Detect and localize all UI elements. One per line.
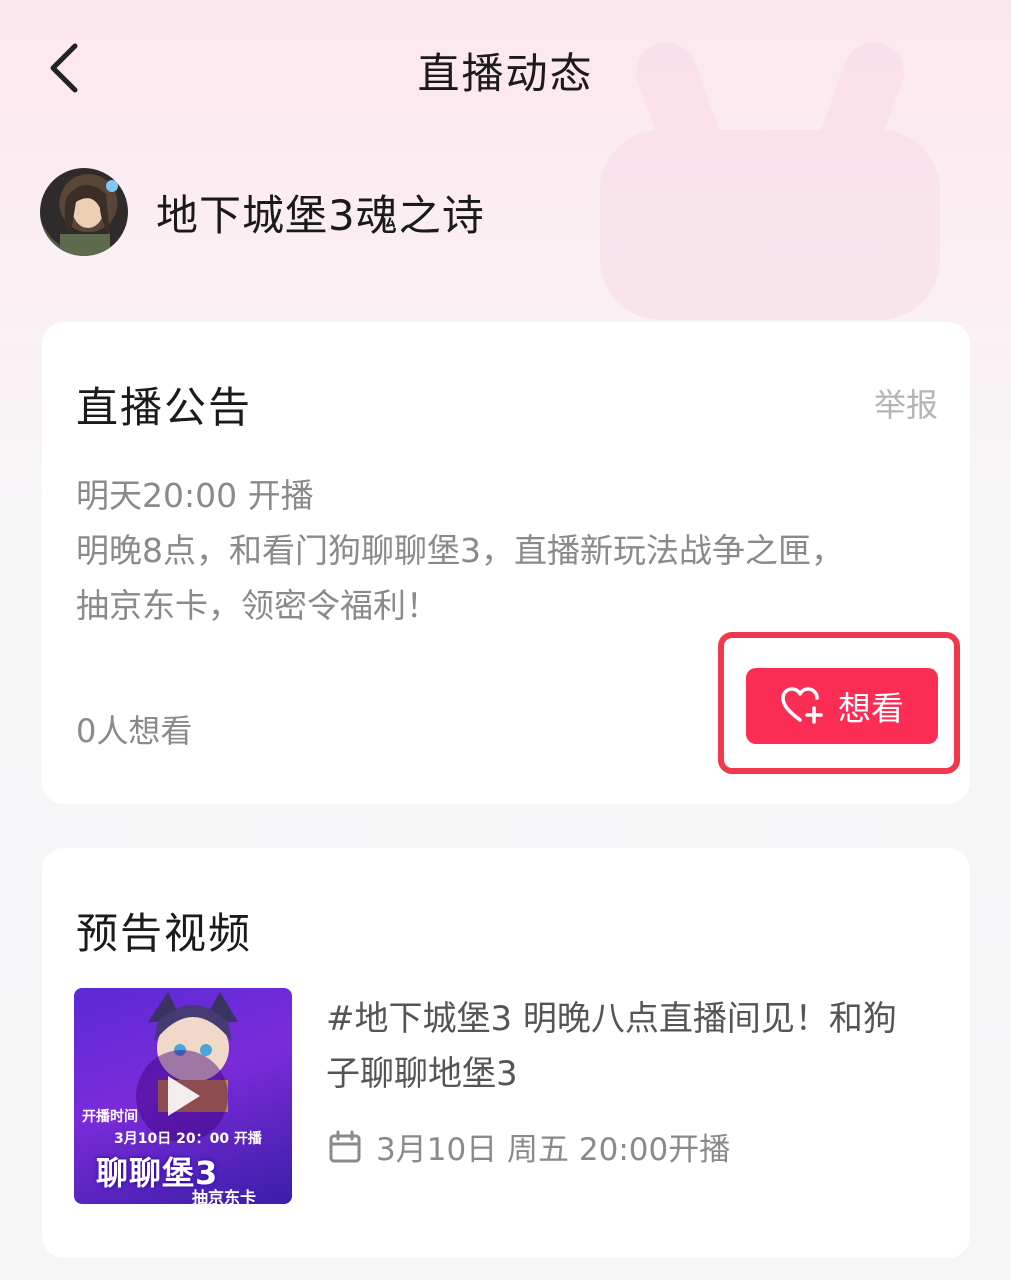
video-title-line: 子聊聊地堡3	[326, 1054, 518, 1094]
streamer-name: 地下城堡3魂之诗	[156, 190, 485, 240]
thumbnail-text: 抽京东卡	[192, 1188, 257, 1204]
avatar-image	[60, 180, 118, 256]
want-count: 0人想看	[76, 712, 193, 750]
video-title-line: #地下城堡3 明晚八点直播间见！和狗	[326, 999, 897, 1039]
heart-plus-icon	[781, 687, 823, 724]
preview-title: 预告视频	[76, 909, 253, 958]
announcement-line: 明天20:00 开播	[76, 476, 314, 515]
top-bar: 直播动态	[0, 0, 1011, 140]
video-schedule: 3月10日 周五 20:00开播	[328, 1124, 730, 1169]
announcement-card: 直播公告 举报 明天20:00 开播 明晚8点，和看门狗聊聊堡3，直播新玩法战争…	[42, 322, 970, 804]
video-thumbnail[interactable]: 开播时间 3月10日 20：00 开播 聊聊堡3 抽京东卡	[74, 988, 292, 1204]
announcement-line: 抽京东卡，领密令福利！	[76, 586, 439, 625]
announcement-title: 直播公告	[76, 383, 253, 432]
preview-card: 预告视频 开播时间 3月10日 20：00 开播 聊聊堡3 抽京东卡 #地下城堡…	[42, 848, 970, 1258]
want-button-label: 想看	[838, 689, 904, 728]
thumbnail-text: 开播时间	[82, 1109, 138, 1125]
avatar[interactable]	[40, 168, 128, 256]
video-title[interactable]: #地下城堡3 明晚八点直播间见！和狗 子聊聊地堡3	[326, 992, 936, 1102]
video-time-text: 3月10日 周五 20:00开播	[376, 1132, 731, 1168]
page-title: 直播动态	[417, 49, 594, 98]
announcement-text: 明天20:00 开播 明晚8点，和看门狗聊聊堡3，直播新玩法战争之匣， 抽京东卡…	[76, 468, 926, 633]
want-to-watch-button[interactable]: 想看	[746, 668, 938, 744]
announcement-line: 明晚8点，和看门狗聊聊堡3，直播新玩法战争之匣，	[76, 531, 844, 570]
calendar-icon	[329, 1130, 361, 1162]
streamer-info[interactable]: 地下城堡3魂之诗	[40, 168, 485, 256]
report-link[interactable]: 举报	[874, 380, 938, 426]
thumbnail-text: 3月10日 20：00 开播	[114, 1131, 262, 1147]
